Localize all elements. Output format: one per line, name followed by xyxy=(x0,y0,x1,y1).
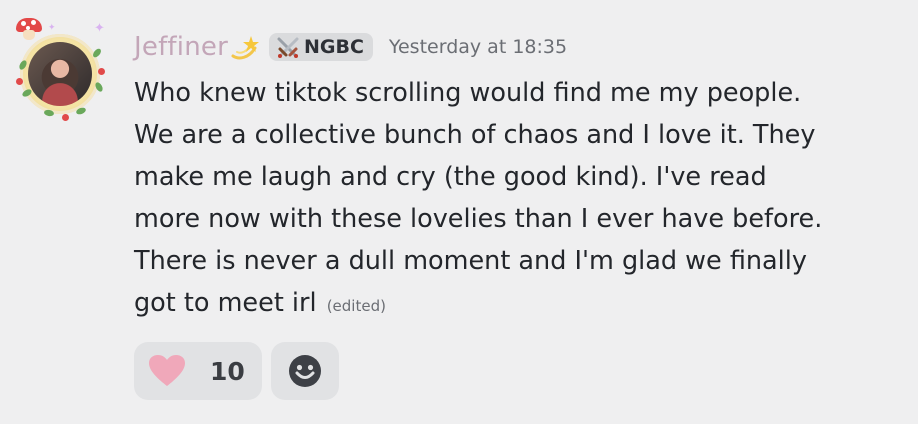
wreath-berry-icon xyxy=(98,68,105,75)
avatar-photo xyxy=(28,42,92,106)
wreath-leaf-icon xyxy=(91,47,103,59)
message-header: Jeffiner NGBC Yesterday at 18:35 xyxy=(134,29,567,65)
heart-reaction-button[interactable]: 10 xyxy=(134,342,262,400)
sparkle-icon: ✦ xyxy=(94,21,105,36)
wreath-berry-icon xyxy=(16,78,23,85)
sparkle-icon: ✦ xyxy=(48,23,56,33)
edited-label: (edited) xyxy=(326,297,386,315)
message-line-last: got to meet irl (edited) xyxy=(134,282,894,327)
crossed-swords-icon xyxy=(277,37,299,58)
smiley-face-icon xyxy=(289,355,321,387)
server-tag-label: NGBC xyxy=(303,36,364,58)
mushroom-icon xyxy=(16,18,42,40)
avatar[interactable]: ✦ ✦ xyxy=(14,18,106,121)
wreath-berry-icon xyxy=(62,114,69,121)
username[interactable]: Jeffiner xyxy=(134,32,228,62)
dizzy-star-icon xyxy=(231,36,259,60)
heart-icon xyxy=(149,355,185,386)
server-tag[interactable]: NGBC xyxy=(268,33,373,61)
message-line: make me laugh and cry (the good kind). I… xyxy=(134,162,767,192)
message-content: Who knew tiktok scrolling would find me … xyxy=(134,72,894,327)
reactions-bar: 10 xyxy=(134,342,339,400)
message-line: more now with these lovelies than I ever… xyxy=(134,204,823,234)
message-line: We are a collective bunch of chaos and I… xyxy=(134,120,816,150)
reaction-count: 10 xyxy=(210,356,245,386)
add-reaction-button[interactable] xyxy=(271,342,339,400)
timestamp[interactable]: Yesterday at 18:35 xyxy=(389,36,567,58)
message-line: Who knew tiktok scrolling would find me … xyxy=(134,78,802,108)
message-line: got to meet irl xyxy=(134,288,317,318)
message-line: There is never a dull moment and I'm gla… xyxy=(134,246,807,276)
